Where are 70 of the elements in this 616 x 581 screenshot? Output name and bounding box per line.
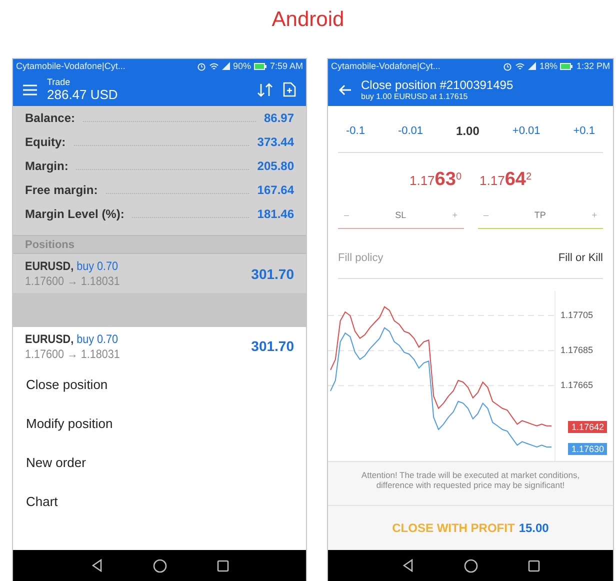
- summary-value: 167.64: [257, 183, 294, 197]
- battery-level: 18%: [539, 61, 558, 71]
- screen-title: Close position #2100391495: [361, 78, 514, 92]
- menu-icon[interactable]: [23, 84, 37, 96]
- profit-value: 301.70: [251, 338, 294, 354]
- sort-icon[interactable]: [257, 82, 273, 96]
- clock-time: 1:32 PM: [576, 61, 610, 71]
- summary-label: Free margin:: [25, 183, 98, 197]
- signal-icon: [222, 62, 230, 70]
- menu-item[interactable]: Close position: [13, 365, 306, 404]
- summary-label: Margin:: [25, 159, 68, 173]
- price-badge: 1.17630: [568, 442, 607, 455]
- battery-icon: [254, 62, 267, 70]
- trade-side: buy 0.70: [76, 332, 118, 346]
- warning-text: Attention! The trade will be executed at market conditions, difference with requested price may be significant!: [328, 460, 613, 506]
- profit-value: 301.70: [251, 266, 294, 282]
- axis-tick-label: 1.17685: [560, 345, 593, 356]
- add-document-icon[interactable]: [283, 82, 296, 97]
- signal-icon: [528, 62, 536, 70]
- close-with-profit-button[interactable]: CLOSE WITH PROFIT 15.00: [328, 506, 613, 550]
- home-icon[interactable]: [152, 558, 166, 572]
- page-title: Android: [272, 8, 344, 32]
- back-arrow-icon[interactable]: [338, 84, 351, 96]
- axis-tick-label: 1.17705: [560, 310, 593, 320]
- account-balance: 286.47 USD: [47, 87, 119, 102]
- volume-value: 1.00: [456, 124, 480, 138]
- screen-title: Trade: [47, 77, 72, 87]
- summary-label: Balance:: [25, 111, 76, 125]
- volume-step-button[interactable]: +0.1: [573, 124, 595, 137]
- battery-icon: [560, 62, 574, 70]
- stop-field[interactable]: – TP +: [478, 210, 603, 229]
- carrier-name: Cytamobile-Vodafone|Cyt...: [331, 61, 442, 71]
- symbol-name: EURUSD,: [25, 259, 74, 273]
- clock-time: 7:59 AM: [270, 61, 303, 71]
- fill-policy-dropdown[interactable]: Fill policy Fill or Kill: [338, 252, 603, 279]
- wifi-icon: [208, 62, 219, 70]
- position-summary: buy 1.00 EURUSD at 1.17615: [361, 92, 469, 101]
- carrier-name: Cytamobile-Vodafone|Cyt...: [16, 61, 126, 71]
- summary-value: 181.46: [257, 207, 294, 221]
- quote-price: 1.1764$^{2}$: [480, 168, 532, 190]
- summary-label: Equity:: [25, 135, 66, 149]
- wifi-icon: [515, 62, 526, 70]
- symbol-name: EURUSD,: [25, 332, 74, 346]
- section-header: Positions: [13, 235, 306, 253]
- price-range: 1.17600 → 1.18031: [25, 274, 120, 288]
- alarm-icon: [503, 62, 512, 70]
- volume-step-button[interactable]: +0.01: [512, 124, 540, 137]
- summary-value: 373.44: [257, 135, 294, 149]
- volume-step-button[interactable]: -0.01: [398, 124, 424, 137]
- alarm-icon: [196, 62, 206, 70]
- recents-icon[interactable]: [528, 560, 540, 572]
- back-icon[interactable]: [402, 559, 414, 572]
- menu-item[interactable]: New order: [13, 443, 306, 482]
- menu-item[interactable]: Modify position: [13, 404, 306, 443]
- recents-icon[interactable]: [216, 560, 228, 572]
- price-badge: 1.17642: [568, 420, 607, 433]
- quote-price: 1.1763$^{0}$: [409, 168, 462, 190]
- stop-field[interactable]: – SL +: [338, 210, 464, 229]
- axis-tick-label: 1.17665: [560, 380, 593, 390]
- battery-level: 90%: [232, 61, 251, 71]
- back-icon[interactable]: [90, 559, 102, 572]
- menu-item[interactable]: Chart: [13, 482, 306, 521]
- home-icon[interactable]: [464, 558, 478, 573]
- summary-value: 205.80: [257, 159, 294, 173]
- summary-value: 86.97: [264, 111, 294, 125]
- summary-label: Margin Level (%):: [25, 207, 124, 221]
- trade-side: buy 0.70: [76, 259, 118, 273]
- position-row[interactable]: EURUSD, buy 0.70 1.17600 → 1.18031 301.70: [13, 253, 306, 293]
- volume-step-button[interactable]: -0.1: [346, 124, 365, 137]
- price-range: 1.17600 → 1.18031: [25, 346, 120, 360]
